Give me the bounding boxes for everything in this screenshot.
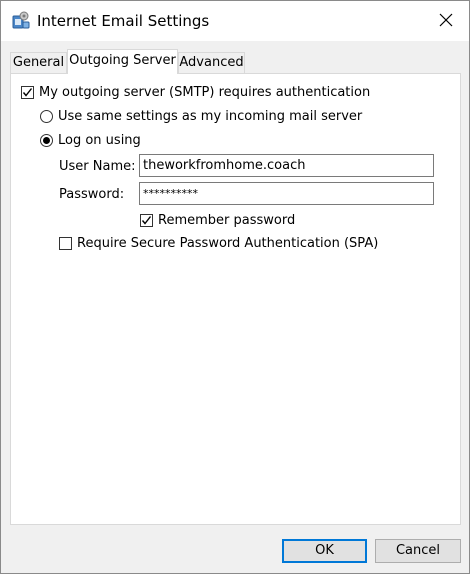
same-settings-label: Use same settings as my incoming mail se… [58,109,363,124]
username-label: User Name: [59,159,136,174]
tab-outgoing-server-label: Outgoing Server [69,53,176,68]
tab-advanced[interactable]: Advanced [178,52,245,73]
smtp-auth-checkbox[interactable] [21,86,34,99]
close-button[interactable] [429,5,463,37]
log-on-using-radio[interactable] [40,134,53,147]
log-on-using-label: Log on using [58,133,141,148]
smtp-auth-label: My outgoing server (SMTP) requires authe… [39,85,371,100]
outlook-mail-settings-icon [11,10,31,30]
tab-outgoing-server[interactable]: Outgoing Server [67,49,178,74]
password-label: Password: [59,187,125,202]
same-settings-radio[interactable] [40,110,53,123]
dialog-window: Internet Email Settings General Outgoing… [0,0,470,574]
username-field[interactable]: theworkfromhome.coach [139,154,434,177]
same-settings-option[interactable]: Use same settings as my incoming mail se… [40,109,362,124]
spa-option[interactable]: Require Secure Password Authentication (… [59,236,378,251]
close-icon [439,13,453,30]
password-field[interactable]: ********** [139,182,434,205]
tab-general[interactable]: General [10,52,67,73]
window-title: Internet Email Settings [37,12,210,30]
checkmark-icon [22,88,33,97]
outgoing-server-panel: My outgoing server (SMTP) requires authe… [10,73,461,525]
tab-general-label: General [12,55,65,70]
remember-password-checkbox[interactable] [140,214,153,227]
cancel-button[interactable]: Cancel [375,539,461,563]
spa-label: Require Secure Password Authentication (… [77,236,379,251]
log-on-using-option[interactable]: Log on using [40,133,141,148]
checkmark-icon [141,216,152,225]
remember-password-label: Remember password [158,213,296,228]
title-bar: Internet Email Settings [1,1,469,41]
spa-checkbox[interactable] [59,237,72,250]
remember-password-option[interactable]: Remember password [140,213,295,228]
tab-advanced-label: Advanced [179,55,244,70]
ok-button[interactable]: OK [282,539,367,563]
smtp-auth-option[interactable]: My outgoing server (SMTP) requires authe… [21,85,370,100]
